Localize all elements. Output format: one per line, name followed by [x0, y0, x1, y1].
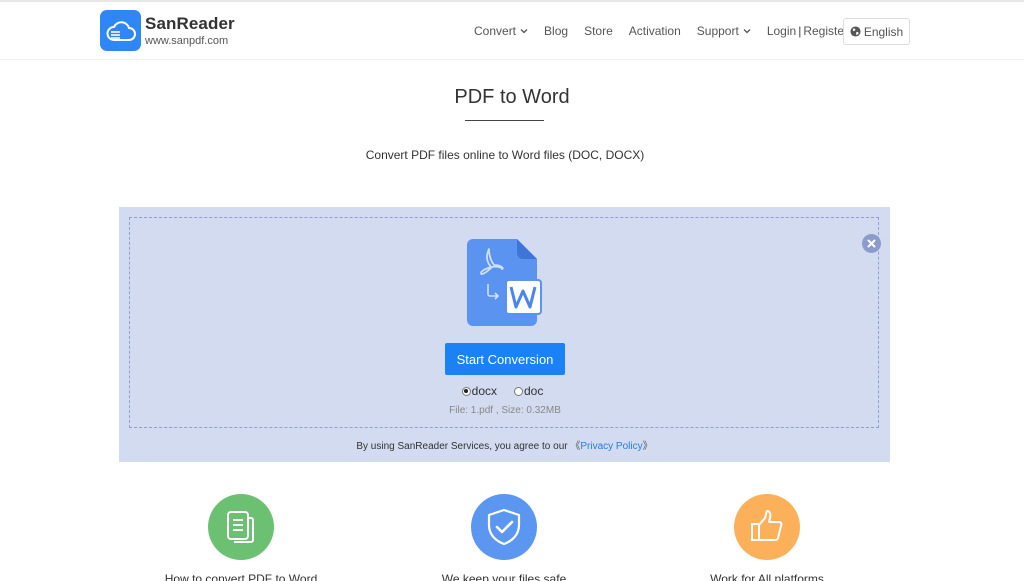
feature-label: Work for All platforms — [710, 572, 824, 581]
nav-blog[interactable]: Blog — [544, 24, 568, 38]
chevron-down-icon — [743, 29, 751, 34]
logo-cloud-icon — [100, 10, 141, 51]
upload-panel: Start Conversion docx doc File: 1.pdf , … — [119, 207, 890, 462]
brand-name: SanReader — [145, 13, 235, 33]
nav-convert[interactable]: Convert — [474, 24, 528, 38]
register-link[interactable]: Register — [803, 24, 848, 38]
nav-blog-label: Blog — [544, 24, 569, 38]
agreement-prefix: By using SanReader Services, you agree t… — [356, 441, 571, 452]
shield-check-icon — [471, 494, 537, 560]
close-icon — [867, 239, 876, 248]
feature-platforms: Work for All platforms — [637, 494, 897, 581]
globe-icon — [850, 26, 861, 37]
navbar: SanReader www.sanpdf.com Convert Blog St… — [0, 2, 1024, 60]
bracket-open: 《 — [570, 441, 581, 452]
dropzone[interactable]: Start Conversion docx doc File: 1.pdf , … — [129, 217, 881, 428]
nav-activation[interactable]: Activation — [629, 24, 681, 38]
feature-label: We keep your files safe — [441, 572, 567, 581]
nav-store-label: Store — [584, 24, 613, 38]
login-link[interactable]: Login — [767, 24, 796, 38]
bracket-close: 》 — [642, 441, 653, 452]
format-radio-docx[interactable]: docx — [461, 384, 497, 398]
feature-safety: We keep your files safe — [374, 494, 634, 581]
format-label-doc: doc — [524, 384, 544, 398]
nav-activation-label: Activation — [628, 24, 681, 38]
nav-support-label: Support — [696, 24, 739, 38]
feature-label: How to convert PDF to Word — [164, 572, 318, 581]
pdf-to-word-file-icon — [467, 239, 542, 326]
agreement-text: By using SanReader Services, you agree t… — [119, 437, 890, 452]
start-conversion-button[interactable]: Start Conversion — [445, 343, 565, 375]
main-nav: Convert Blog Store Activation Support Lo… — [474, 2, 865, 60]
file-info: File: 1.pdf , Size: 0.32MB — [449, 405, 561, 416]
auth-separator: | — [798, 24, 802, 38]
nav-store[interactable]: Store — [584, 24, 613, 38]
nav-convert-label: Convert — [474, 24, 517, 38]
language-label: English — [863, 24, 904, 39]
page-title: PDF to Word — [454, 86, 570, 108]
language-button[interactable]: English — [843, 18, 910, 45]
privacy-policy-link[interactable]: Privacy Policy — [580, 441, 642, 452]
format-options: docx doc — [130, 384, 880, 398]
radio-checked-icon[interactable] — [461, 386, 471, 396]
chevron-down-icon — [520, 29, 528, 34]
auth-links: Login | Register — [767, 24, 848, 38]
format-label-docx: docx — [471, 384, 497, 398]
thumbs-up-icon — [734, 494, 800, 560]
radio-unchecked-icon[interactable] — [514, 386, 523, 396]
brand-url: www.sanpdf.com — [145, 34, 229, 47]
logo-link[interactable]: SanReader www.sanpdf.com — [100, 10, 235, 51]
title-divider — [465, 120, 544, 121]
document-icon — [208, 494, 274, 560]
remove-file-button[interactable] — [862, 234, 881, 253]
format-radio-doc[interactable]: doc — [514, 384, 543, 398]
nav-support[interactable]: Support — [697, 24, 751, 38]
page-subtitle: Convert PDF files online to Word files (… — [365, 148, 645, 162]
feature-how-to: How to convert PDF to Word — [111, 494, 371, 581]
